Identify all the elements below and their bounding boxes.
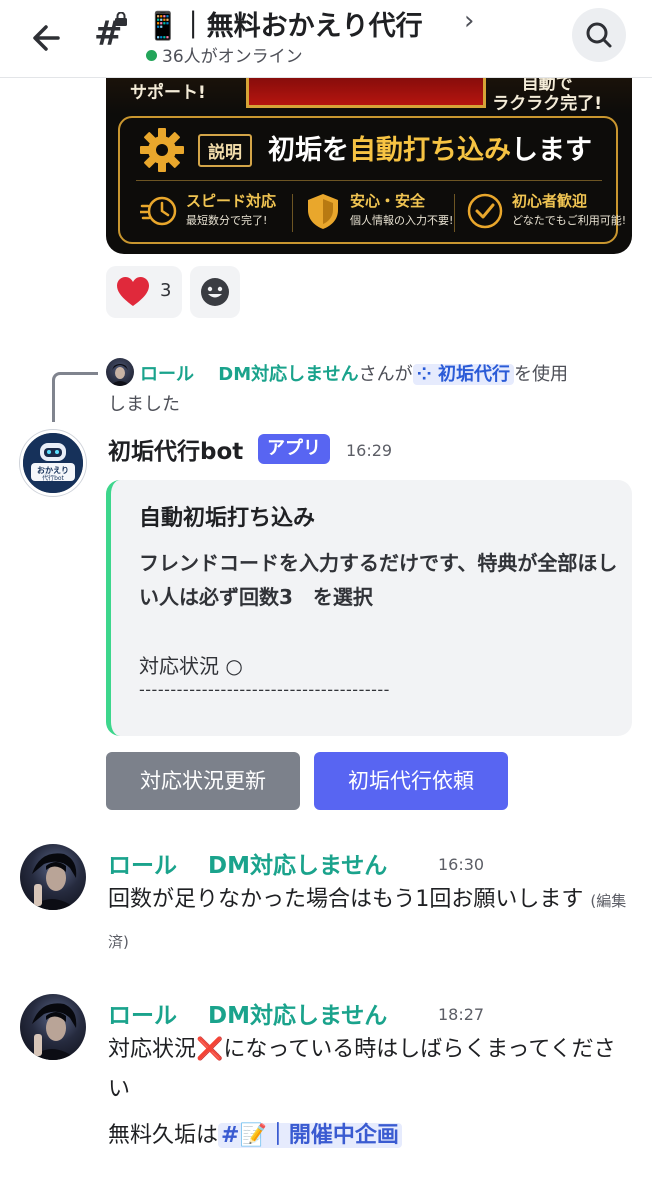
reply-avatar[interactable] — [106, 358, 134, 386]
embed-status: 対応状況 ○ — [139, 654, 243, 678]
reaction-count: 3 — [160, 280, 172, 301]
message-username[interactable]: ロール DM対応しません — [108, 846, 387, 880]
banner-right-line-2: ラクラク完了! — [492, 94, 602, 114]
feature-separator — [292, 194, 293, 232]
online-status: 36人がオンライン — [146, 42, 303, 67]
message-text: 無料久垢は — [108, 1123, 219, 1148]
banner-tag: 説明 — [198, 134, 252, 167]
user-avatar[interactable] — [20, 994, 86, 1060]
banner-right-line-1: 自動で — [521, 78, 573, 94]
search-button[interactable] — [572, 8, 626, 62]
heart-reaction[interactable]: 3 — [106, 266, 182, 318]
clock-icon — [140, 196, 177, 226]
bot-username[interactable]: 初垢代行bot — [108, 432, 243, 466]
heart-icon — [117, 277, 149, 306]
embed-divider-text: ---------------------------------------- — [139, 680, 390, 699]
reply-summary[interactable]: ロール DM対応しませんさんが ⁘ 初垢代行 を使用 — [140, 360, 620, 390]
avatar-image — [30, 853, 78, 910]
avatar-image — [110, 364, 130, 386]
promo-banner-image[interactable]: サポート! 自動で ラクラク完了! 説明 初垢を自動打ち込みします スピード対応… — [106, 78, 632, 254]
online-count: 36人がオンライン — [162, 47, 303, 67]
app-badge: アプリ — [258, 434, 330, 464]
command-icon: ⁘ — [416, 364, 438, 385]
message-timestamp: 16:30 — [438, 855, 485, 874]
reply-connector — [52, 372, 98, 422]
headline-post: します — [511, 135, 592, 166]
lock-icon — [115, 12, 127, 26]
reply-summary-line2: しました — [108, 394, 180, 415]
gear-icon — [140, 128, 184, 172]
request-service-button[interactable]: 初垢代行依頼 — [314, 752, 508, 810]
online-dot-icon — [146, 50, 157, 61]
slash-command[interactable]: ⁘ 初垢代行 — [412, 364, 514, 385]
message-text: 回数が足りなかった場合はもう1回お願いします — [108, 887, 584, 912]
add-reaction-button[interactable] — [190, 266, 240, 318]
embed-description: フレンドコードを入力するだけです、特典が全部ほしい人は必ず回数3 を選択 — [139, 551, 618, 609]
chat-header: # 📱｜無料おかえり代行 › 36人がオンライン — [0, 0, 652, 78]
feature-separator — [454, 194, 455, 232]
emoji-smile-icon — [201, 278, 229, 306]
robot-avatar-image: おかえり 代行bot — [23, 433, 83, 493]
check-circle-icon — [467, 193, 503, 229]
headline-gold: 自動打ち込み — [349, 135, 511, 166]
command-label: 初垢代行 — [437, 364, 510, 385]
banner-top-strip: サポート! 自動で ラクラク完了! — [106, 78, 632, 114]
channel-link[interactable]: #📝｜開催中企画 — [218, 1123, 402, 1148]
channel-title[interactable]: 📱｜無料おかえり代行 — [146, 4, 423, 43]
message-timestamp: 16:29 — [346, 441, 393, 460]
message-content: 回数が足りなかった場合はもう1回お願いします (編集済) — [108, 880, 628, 962]
search-icon — [586, 22, 612, 48]
feature-sub: 個人情報の入力不要! — [350, 214, 454, 227]
embed-title: 自動初垢打ち込み — [139, 506, 316, 531]
reply-mid-text: さんが — [358, 364, 413, 385]
reply-post-text: を使用 — [513, 364, 568, 385]
banner-divider — [136, 180, 602, 181]
bot-embed: 自動初垢打ち込み フレンドコードを入力するだけです、特典が全部ほしい人は必ず回数… — [106, 480, 632, 736]
svg-text:代行bot: 代行bot — [42, 474, 64, 482]
feature-title: スピード対応 — [186, 192, 277, 210]
shield-icon — [308, 194, 338, 229]
message-username[interactable]: ロール DM対応しません — [108, 996, 387, 1030]
feature-title: 初心者歓迎 — [512, 192, 588, 210]
banner-info-box: 説明 初垢を自動打ち込みします スピード対応 最短数分で完了! 安心・安全 個人… — [118, 116, 626, 244]
banner-left-text: サポート! — [130, 83, 206, 103]
bot-avatar[interactable]: おかえり 代行bot — [20, 430, 86, 496]
update-status-button[interactable]: 対応状況更新 — [106, 752, 300, 810]
user-avatar[interactable] — [20, 844, 86, 910]
reply-username[interactable]: ロール DM対応しません — [140, 364, 359, 385]
back-arrow-icon[interactable] — [28, 18, 68, 58]
message-text: 対応状況❌になっている時はしばらくまってください — [108, 1037, 616, 1102]
message-line-2: 無料久垢は #📝｜開催中企画 — [108, 1116, 628, 1156]
banner-center-plaque — [246, 78, 486, 108]
message-timestamp: 18:27 — [438, 1005, 485, 1024]
feature-sub: 最短数分で完了! — [186, 214, 268, 227]
headline-pre: 初垢を — [268, 135, 349, 166]
svg-text:おかえり: おかえり — [37, 466, 69, 475]
feature-title: 安心・安全 — [350, 192, 426, 210]
feature-sub: どなたでもご利用可能! — [512, 214, 627, 227]
message-content: 対応状況❌になっている時はしばらくまってください 無料久垢は #📝｜開催中企画 — [108, 1030, 628, 1156]
banner-right-text: 自動で ラクラク完了! — [492, 78, 602, 114]
banner-headline: 初垢を自動打ち込みします — [268, 128, 592, 167]
chevron-right-icon[interactable]: › — [464, 6, 474, 36]
avatar-image — [30, 1003, 78, 1060]
